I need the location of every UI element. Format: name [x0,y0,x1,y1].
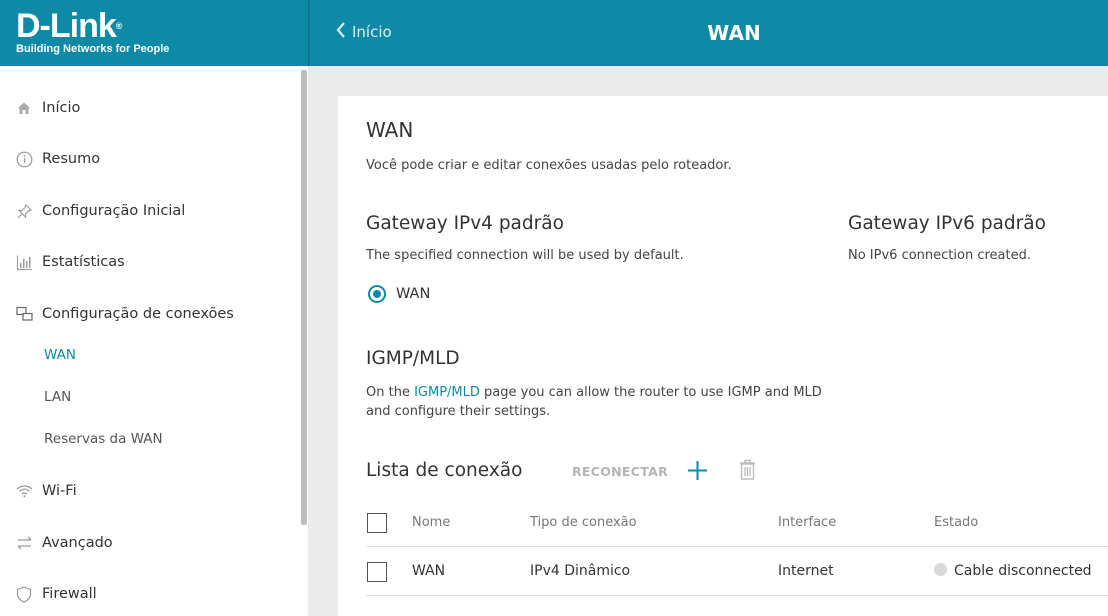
dlink-logo[interactable]: D-Link® Building Networks for People [0,0,308,66]
gateway-ipv4-radio-label: WAN [396,286,431,302]
logo-tagline: Building Networks for People [16,43,170,55]
shield-icon [16,585,42,603]
sidebar-item-configuracao-conexoes[interactable]: Configuração de conexões [0,299,234,329]
sidebar-item-resumo[interactable]: Resumo [0,144,100,174]
sidebar-item-label: Configuração Inicial [42,203,186,219]
status-indicator-icon [934,563,947,576]
cell-interface: Internet [778,563,834,579]
stats-icon [16,254,42,271]
sidebar-item-label: Wi-Fi [42,483,77,499]
connection-list-title: Lista de conexão [366,460,523,481]
sidebar-subitem-reservas-wan[interactable]: Reservas da WAN [44,431,163,447]
cell-status: Cable disconnected [934,563,1092,579]
advanced-icon [16,536,42,550]
sidebar: Início Resumo Configuração Inicial Estat… [0,66,308,616]
top-header: D-Link® Building Networks for People Iní… [0,0,1108,66]
cell-type: IPv4 Dinâmico [530,563,631,579]
gateway-ipv4-description: The specified connection will be used by… [366,248,684,263]
connections-icon [16,306,42,322]
wan-card: WAN Você pode criar e editar conexões us… [338,96,1108,616]
add-icon[interactable] [687,460,708,485]
igmp-text-line2: and configure their settings. [366,404,551,419]
gateway-ipv4-title: Gateway IPv4 padrão [366,213,564,234]
sidebar-scrollbar[interactable] [301,70,307,525]
sidebar-item-avancado[interactable]: Avançado [0,528,113,558]
sidebar-item-label: Avançado [42,535,113,551]
sidebar-item-label: Firewall [42,586,97,602]
column-header-estado[interactable]: Estado [934,515,978,530]
column-header-interface[interactable]: Interface [778,515,836,530]
sidebar-subitem-wan[interactable]: WAN [44,347,76,363]
section-title: WAN [366,118,414,142]
column-header-nome[interactable]: Nome [412,515,450,530]
row-checkbox[interactable] [367,562,387,582]
sidebar-item-configuracao-inicial[interactable]: Configuração Inicial [0,196,185,226]
pin-icon [16,203,42,220]
home-icon [16,100,42,116]
sidebar-item-inicio[interactable]: Início [0,93,80,123]
page-title: WAN [707,21,761,45]
gateway-ipv4-radio[interactable] [368,285,386,303]
igmp-link[interactable]: IGMP/MLD [414,385,480,400]
table-divider [366,546,1108,547]
logo-text: D-Link [16,7,117,45]
sidebar-subitem-lan[interactable]: LAN [44,389,71,405]
sidebar-item-firewall[interactable]: Firewall [0,579,97,609]
sidebar-item-wifi[interactable]: Wi-Fi [0,476,77,506]
sidebar-item-label: Início [42,100,81,116]
sidebar-item-label: Configuração de conexões [42,306,234,322]
gateway-ipv6-title: Gateway IPv6 padrão [848,213,1046,234]
status-text: Cable disconnected [954,563,1092,579]
cell-name: WAN [412,563,446,579]
igmp-title: IGMP/MLD [366,348,460,369]
column-header-tipo[interactable]: Tipo de conexão [530,515,637,530]
table-divider [366,595,1108,596]
info-icon [16,151,42,168]
delete-icon[interactable] [739,459,756,484]
sidebar-item-label: Resumo [42,151,101,167]
sidebar-item-label: Estatísticas [42,254,125,270]
gateway-ipv6-description: No IPv6 connection created. [848,248,1031,263]
select-all-checkbox[interactable] [367,513,387,533]
reconnect-button[interactable]: RECONECTAR [572,464,668,479]
igmp-text-before: On the [366,385,415,400]
header-bar: Início WAN [310,0,1108,66]
section-description: Você pode criar e editar conexões usadas… [366,158,732,173]
igmp-description: On the IGMP/MLD page you can allow the r… [366,383,822,421]
sidebar-item-estatisticas[interactable]: Estatísticas [0,247,125,277]
wifi-icon [16,484,42,498]
igmp-text-after: page you can allow the router to use IGM… [479,385,822,400]
